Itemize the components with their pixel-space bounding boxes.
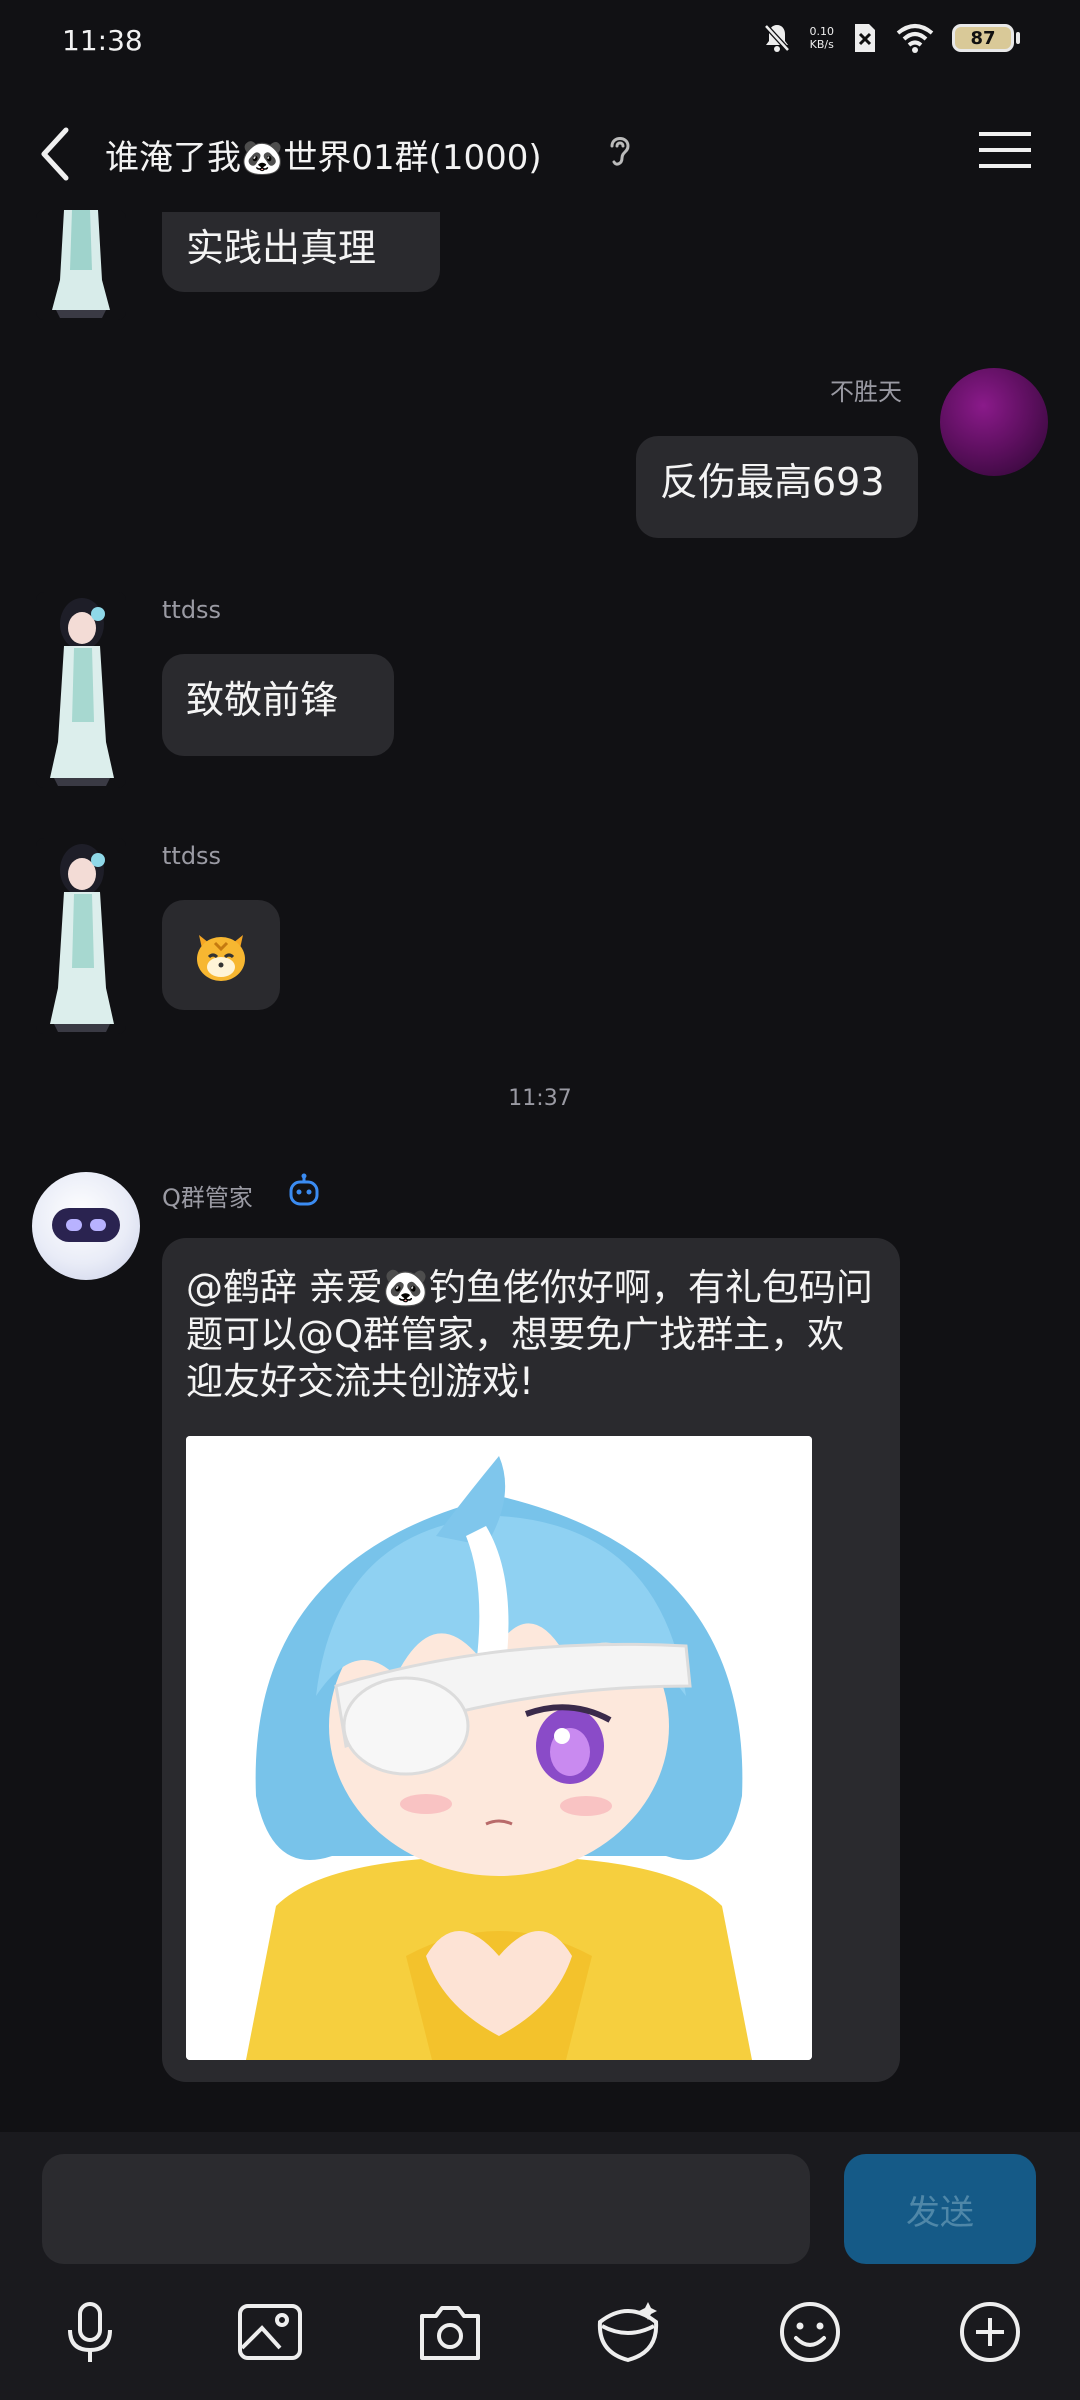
chat-title: 谁淹了我🐼世界01群(1000)	[105, 138, 542, 178]
time-separator: 11:37	[508, 1086, 572, 1111]
bot-message-bubble[interactable]: @鹤辞 亲爱🐼钓鱼佬你好啊，有礼包码问题可以@Q群管家，想要免广找群主，欢迎友好…	[162, 1238, 900, 2082]
image-icon[interactable]	[234, 2296, 306, 2368]
avatar[interactable]	[36, 210, 126, 320]
back-arrow-icon	[41, 127, 69, 181]
battery-indicator: 87	[952, 24, 1014, 52]
status-time: 11:38	[62, 24, 143, 57]
message-bubble[interactable]: 反伤最高693	[636, 436, 918, 538]
message-text: 实践出真理	[186, 226, 377, 270]
emoji-icon[interactable]	[774, 2296, 846, 2368]
camera-icon[interactable]	[414, 2296, 486, 2368]
robot-badge-icon	[289, 1173, 319, 1206]
wifi-icon	[896, 24, 934, 53]
avatar[interactable]	[940, 368, 1048, 476]
avatar[interactable]	[36, 592, 126, 788]
no-sim-icon	[855, 24, 875, 52]
message-bubble[interactable]: 致敬前锋	[162, 654, 394, 756]
message-text: 致敬前锋	[186, 678, 339, 722]
message-bubble[interactable]: 实践出真理	[162, 212, 440, 292]
red-packet-icon[interactable]	[592, 2296, 664, 2368]
menu-button[interactable]	[975, 128, 1035, 172]
mute-bell-icon	[763, 24, 790, 52]
tiger-sticker-icon	[197, 935, 245, 981]
microphone-icon[interactable]	[54, 2296, 126, 2368]
net-speed: 0.10 KB/s	[809, 25, 835, 51]
ear-icon[interactable]	[604, 130, 636, 170]
plus-icon[interactable]	[954, 2296, 1026, 2368]
message-input[interactable]	[42, 2154, 810, 2264]
send-button[interactable]: 发送	[844, 2154, 1036, 2264]
bot-avatar[interactable]	[32, 1172, 140, 1280]
anime-girl-image[interactable]	[186, 1436, 812, 2060]
sender-name: ttdss	[162, 596, 222, 624]
status-icons: 0.10 KB/s 87	[762, 22, 1020, 54]
sender-name: 不胜天	[830, 378, 902, 406]
avatar[interactable]	[36, 838, 126, 1034]
back-button[interactable]	[36, 118, 96, 190]
bot-message-text: @鹤辞 亲爱🐼钓鱼佬你好啊，有礼包码问题可以@Q群管家，想要免广找群主，欢迎友好…	[186, 1266, 873, 1403]
message-bubble[interactable]: 🐯	[162, 900, 280, 1010]
message-text: 反伤最高693	[660, 460, 885, 504]
sender-name: ttdss	[162, 842, 222, 870]
sender-name: Q群管家	[162, 1184, 253, 1212]
